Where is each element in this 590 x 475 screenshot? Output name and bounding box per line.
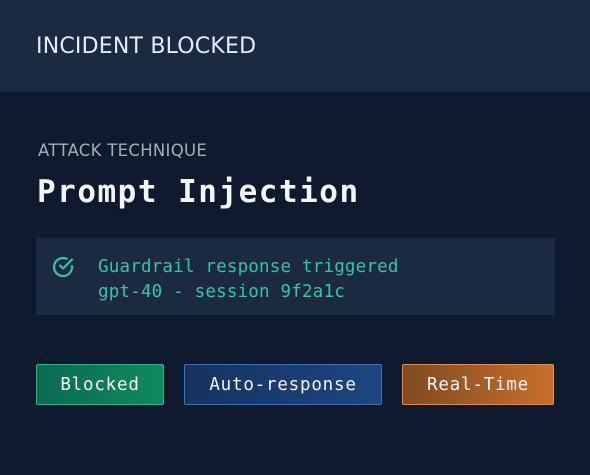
session-info-text: gpt-40 - session 9f2a1c — [98, 282, 345, 302]
attack-technique-label: ATTACK TECHNIQUE — [38, 141, 208, 160]
real-time-tag[interactable]: Real-Time — [402, 364, 554, 405]
incident-card: INCIDENT BLOCKED ATTACK TECHNIQUE Prompt… — [0, 0, 590, 475]
guardrail-status-panel: Guardrail response triggered gpt-40 - se… — [36, 238, 555, 315]
guardrail-status-text: Guardrail response triggered — [98, 257, 399, 277]
card-header: INCIDENT BLOCKED — [0, 0, 590, 92]
blocked-tag[interactable]: Blocked — [36, 364, 164, 405]
header-title: INCIDENT BLOCKED — [36, 34, 257, 59]
auto-response-tag[interactable]: Auto-response — [184, 364, 382, 405]
attack-technique-value: Prompt Injection — [37, 174, 360, 210]
check-circle-icon — [51, 255, 75, 279]
